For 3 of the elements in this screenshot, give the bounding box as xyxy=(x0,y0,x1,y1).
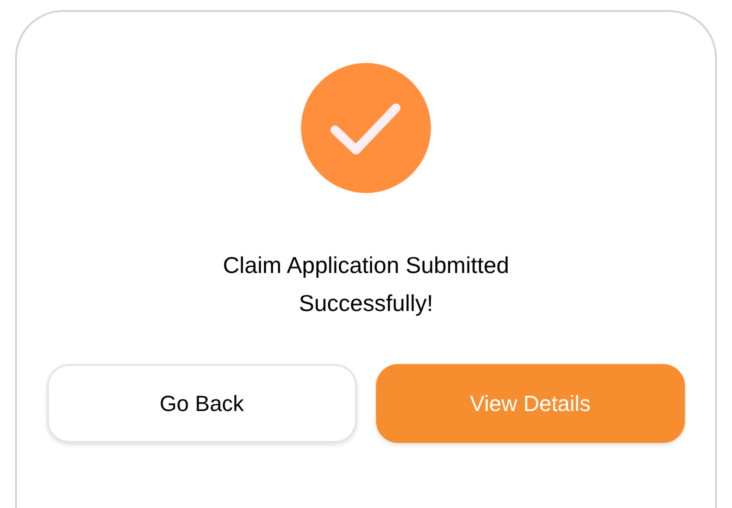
checkmark-icon xyxy=(300,62,432,194)
dialog-title: Claim Application Submitted Successfully! xyxy=(222,251,510,318)
go-back-button[interactable]: Go Back xyxy=(47,364,356,443)
